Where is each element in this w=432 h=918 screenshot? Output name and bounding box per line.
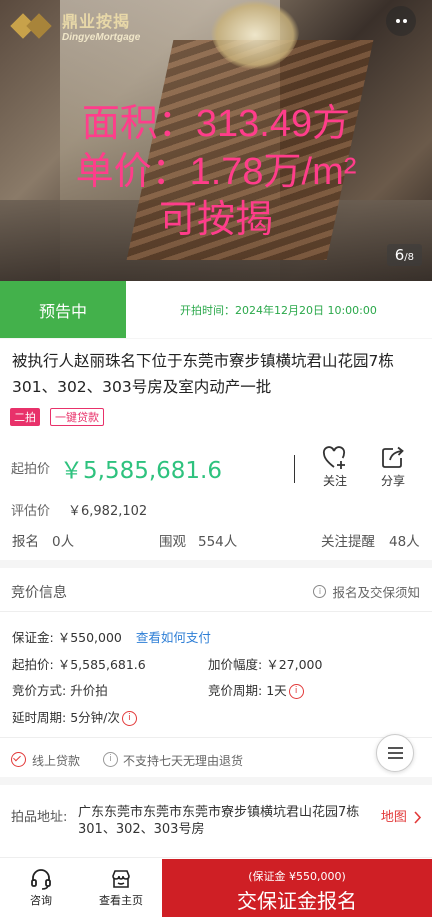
chevron-right-icon [414, 811, 422, 824]
views-value: 554人 [198, 534, 238, 550]
status-badge: 预告中 [0, 281, 126, 338]
view-home-label: 查看主页 [99, 894, 143, 907]
views-label: 围观 [159, 534, 186, 550]
info-icon: i [103, 752, 118, 767]
overlay-area: 面积：313.49方 [81, 103, 351, 145]
increment-value: ￥27,000 [266, 657, 323, 672]
how-to-pay-link[interactable]: 查看如何支付 [136, 630, 211, 645]
follow-label: 关注 [322, 474, 347, 488]
menu-icon [387, 747, 403, 749]
store-icon [98, 866, 144, 892]
services-row: 线上贷款 i 不支持七天无理由退货 [0, 745, 432, 775]
dot-icon [402, 19, 407, 23]
price-divider [294, 455, 295, 483]
check-circle-icon [11, 752, 26, 767]
logo-en-text: DingyeMortgage [62, 32, 141, 43]
start-price-value: ￥5,585,681.6 [60, 458, 222, 484]
reminder-value: 48人 [389, 534, 420, 550]
signup-notice-label: 报名及交保须知 [332, 585, 420, 600]
estimate-price-label: 评估价 [11, 504, 51, 519]
share-label: 分享 [380, 474, 405, 488]
loan-tag[interactable]: 一键贷款 [50, 408, 104, 426]
overlay-mortgage: 可按揭 [158, 199, 273, 241]
image-counter: 6/8 [386, 244, 422, 266]
hero-image[interactable]: 鼎业按揭 DingyeMortgage 面积：313.49方 单价：1.78万/… [0, 0, 432, 281]
consult-button[interactable]: 咨询 [26, 866, 56, 908]
period-info-icon[interactable]: i [288, 684, 304, 699]
hero-overlay-text: 面积：313.49方 单价：1.78万/m² 可按揭 [0, 100, 432, 244]
cta-label: 交保证金报名 [237, 889, 357, 913]
follow-button[interactable]: 关注 [315, 444, 355, 489]
dot-icon [395, 19, 400, 23]
method-row: 竞价方式: 升价拍 [12, 680, 108, 699]
share-icon [373, 444, 413, 472]
round-tag: 二拍 [10, 408, 40, 426]
address-label: 拍品地址: [11, 810, 68, 825]
listing-title: 被执行人赵丽珠名下位于东莞市寮步镇横坑君山花园7栋301、302、303号房及室… [12, 352, 394, 396]
period-value: 1天 [266, 683, 287, 698]
increment-label: 加价幅度: [208, 657, 267, 672]
brand-logo: 鼎业按揭 DingyeMortgage [10, 8, 140, 43]
view-home-button[interactable]: 查看主页 [98, 866, 144, 908]
period-label: 竞价周期: [208, 683, 267, 698]
signup-notice-link[interactable]: i 报名及交保须知 [313, 582, 420, 601]
bid-info-title: 竞价信息 [11, 585, 67, 601]
no-return-label: 不支持七天无理由退货 [123, 754, 244, 768]
deposit-label: 保证金: [12, 630, 58, 645]
method-value: 升价拍 [70, 683, 108, 698]
start-price-row: 起拍价: ￥5,585,681.6 [12, 654, 146, 673]
image-index: 6 [394, 246, 405, 264]
signup-label: 报名 [12, 534, 39, 550]
bid-start-label: 起拍价: [12, 657, 58, 672]
bid-start-value: ￥5,585,681.6 [57, 657, 146, 672]
info-icon: i [313, 585, 327, 598]
logo-mark-icon [10, 9, 54, 43]
headset-icon [26, 866, 56, 892]
heart-plus-icon [315, 444, 355, 472]
floating-menu-button[interactable] [376, 734, 414, 772]
pay-deposit-signup-button[interactable]: (保证金 ¥550,000) 交保证金报名 [162, 859, 432, 917]
consult-label: 咨询 [30, 894, 52, 907]
estimate-price-value: ￥6,982,102 [68, 504, 148, 519]
start-price-label: 起拍价 [11, 462, 51, 477]
period-row: 竞价周期: 1天 i [208, 680, 304, 699]
map-label: 地图 [380, 810, 407, 825]
overlay-unit-price: 单价：1.78万/m² [75, 151, 357, 193]
delay-info-icon[interactable]: i [121, 711, 137, 726]
share-button[interactable]: 分享 [373, 444, 413, 489]
reminder-label: 关注提醒 [321, 534, 375, 550]
delay-label: 延时周期: [12, 710, 71, 725]
delay-row: 延时周期: 5分钟/次 i [12, 707, 137, 726]
address-value: 广东东莞市东莞市东莞市寮步镇横坑君山花园7栋301、302、303号房 [78, 805, 360, 837]
method-label: 竞价方式: [12, 683, 71, 698]
delay-value: 5分钟/次 [70, 710, 120, 725]
more-options-button[interactable] [386, 6, 416, 36]
image-total: /8 [404, 252, 414, 263]
signup-value: 0人 [52, 534, 75, 550]
deposit-row: 保证金: ￥550,000 查看如何支付 [12, 627, 211, 646]
auction-status-bar: 预告中 开拍时间：2024年12月20日 10:00:00 [0, 281, 432, 338]
map-link[interactable]: 地图 [381, 806, 422, 825]
listing-tags: 二拍 一键贷款 [10, 408, 104, 426]
increment-row: 加价幅度: ￥27,000 [208, 654, 322, 673]
logo-cn-text: 鼎业按揭 [62, 14, 131, 31]
online-loan-label: 线上贷款 [32, 754, 81, 768]
deposit-value: ￥550,000 [57, 630, 122, 645]
cta-deposit-amount: (保证金 ¥550,000) [248, 870, 346, 883]
start-time: 开拍时间：2024年12月20日 10:00:00 [180, 304, 377, 317]
